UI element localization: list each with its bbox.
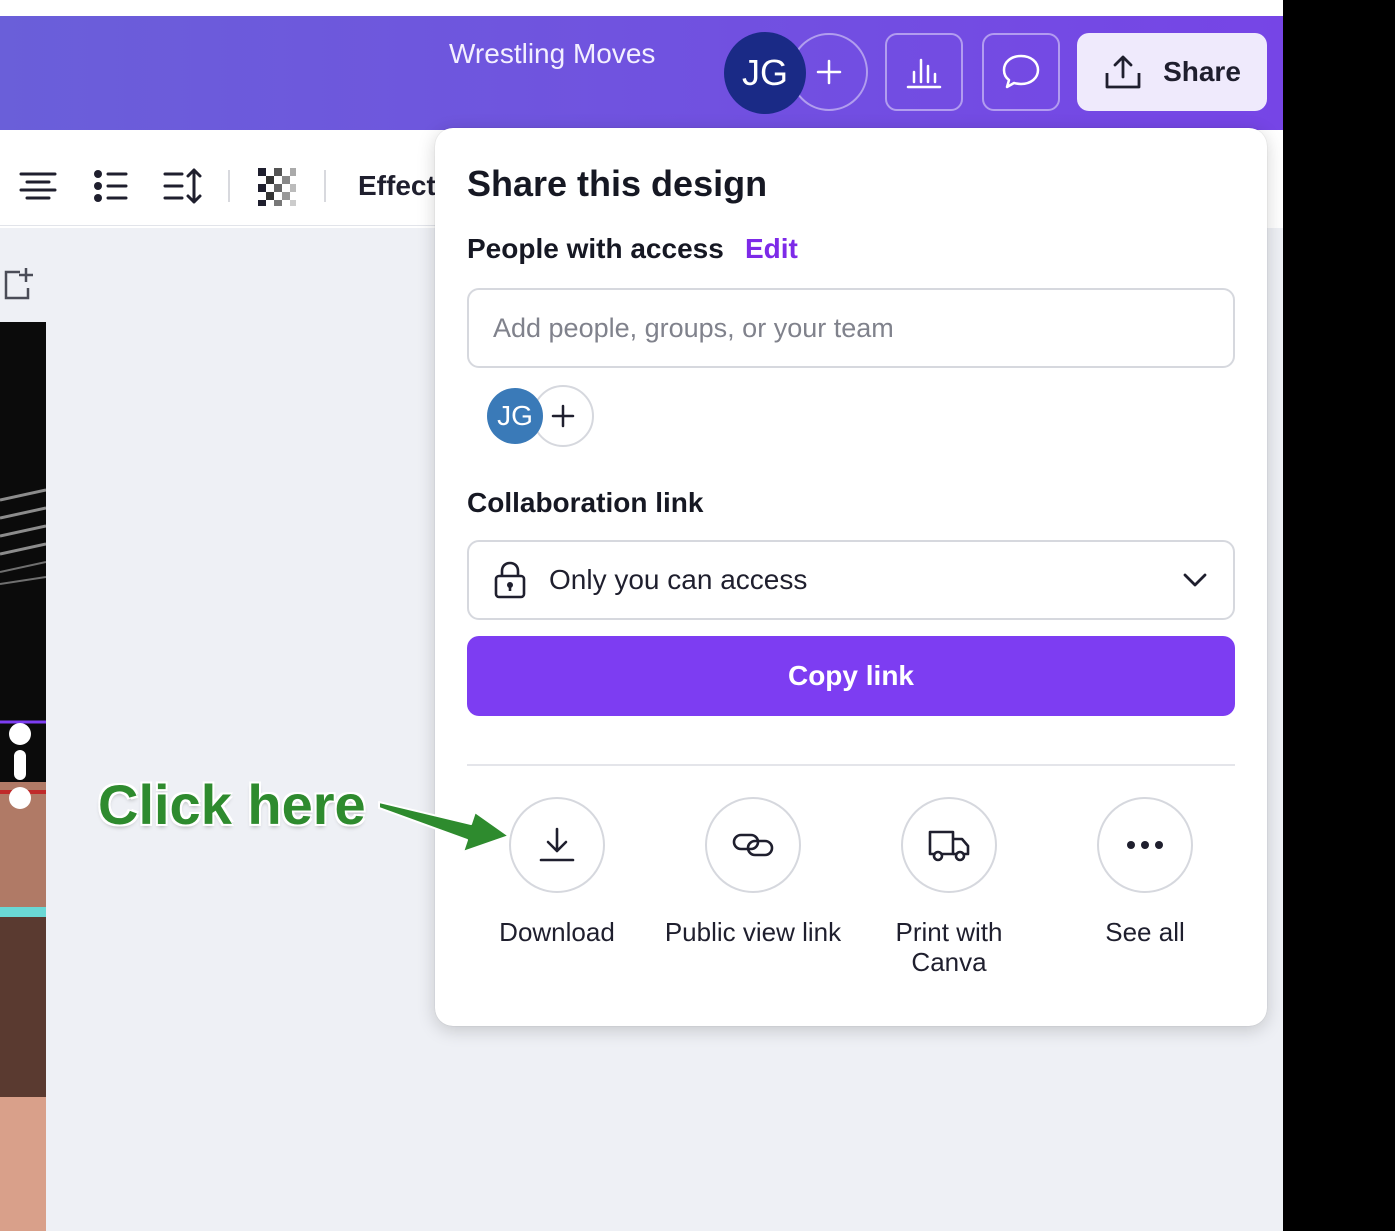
add-page-icon[interactable] <box>2 266 36 307</box>
download-label: Download <box>499 917 615 947</box>
design-thumbnail[interactable] <box>0 322 46 1231</box>
public-view-link-button[interactable] <box>705 797 801 893</box>
divider <box>467 764 1235 766</box>
share-panel-title: Share this design <box>467 163 768 204</box>
link-access-select[interactable]: Only you can access <box>467 540 1235 620</box>
line-spacing-icon[interactable] <box>162 166 204 211</box>
toolbar-divider <box>324 170 326 202</box>
print-with-canva-action[interactable]: Print with Canva <box>851 797 1047 977</box>
download-icon <box>539 827 575 862</box>
edit-access-link[interactable]: Edit <box>745 233 798 265</box>
add-people-input[interactable] <box>467 288 1235 368</box>
avatar[interactable]: JG <box>724 32 806 114</box>
document-title[interactable]: Wrestling Moves <box>449 38 655 70</box>
plus-icon <box>551 404 575 428</box>
plus-icon <box>816 59 842 85</box>
share-button[interactable]: Share <box>1077 33 1267 111</box>
transparency-icon[interactable] <box>256 166 298 213</box>
public-view-link-label: Public view link <box>664 917 842 947</box>
canva-editor: Effect Wrestling Moves JG Share Share th… <box>0 0 1283 1231</box>
link-access-value: Only you can access <box>549 564 808 595</box>
copy-link-button[interactable]: Copy link <box>467 636 1235 716</box>
effects-button[interactable]: Effect <box>358 170 436 202</box>
bar-chart-icon <box>906 58 942 89</box>
toolbar-divider <box>228 170 230 202</box>
see-all-button[interactable] <box>1097 797 1193 893</box>
people-access-label: People with access <box>467 233 724 264</box>
print-with-canva-label: Print with Canva <box>895 917 1003 977</box>
more-icon <box>1127 841 1163 849</box>
see-all-label: See all <box>1105 917 1185 947</box>
share-button-label: Share <box>1163 56 1241 87</box>
comment-icon <box>1002 54 1040 89</box>
link-icon <box>732 833 774 857</box>
chevron-down-icon <box>1183 573 1207 587</box>
print-with-canva-button[interactable] <box>901 797 997 893</box>
align-center-icon[interactable] <box>18 166 58 211</box>
click-here-annotation: Click here <box>98 773 366 836</box>
insights-button[interactable] <box>885 33 963 111</box>
download-button[interactable] <box>509 797 605 893</box>
annotation-arrow-icon <box>375 788 515 865</box>
bulleted-list-icon[interactable] <box>90 166 130 211</box>
lock-icon <box>494 561 526 599</box>
collaboration-link-label: Collaboration link <box>467 487 704 518</box>
see-all-action[interactable]: See all <box>1047 797 1243 947</box>
public-view-link-action[interactable]: Public view link <box>655 797 851 947</box>
comments-button[interactable] <box>982 33 1060 111</box>
truck-icon <box>928 830 970 862</box>
member-avatar[interactable]: JG <box>487 388 543 444</box>
screen-edge <box>1283 0 1395 1231</box>
upload-icon <box>1105 55 1141 89</box>
